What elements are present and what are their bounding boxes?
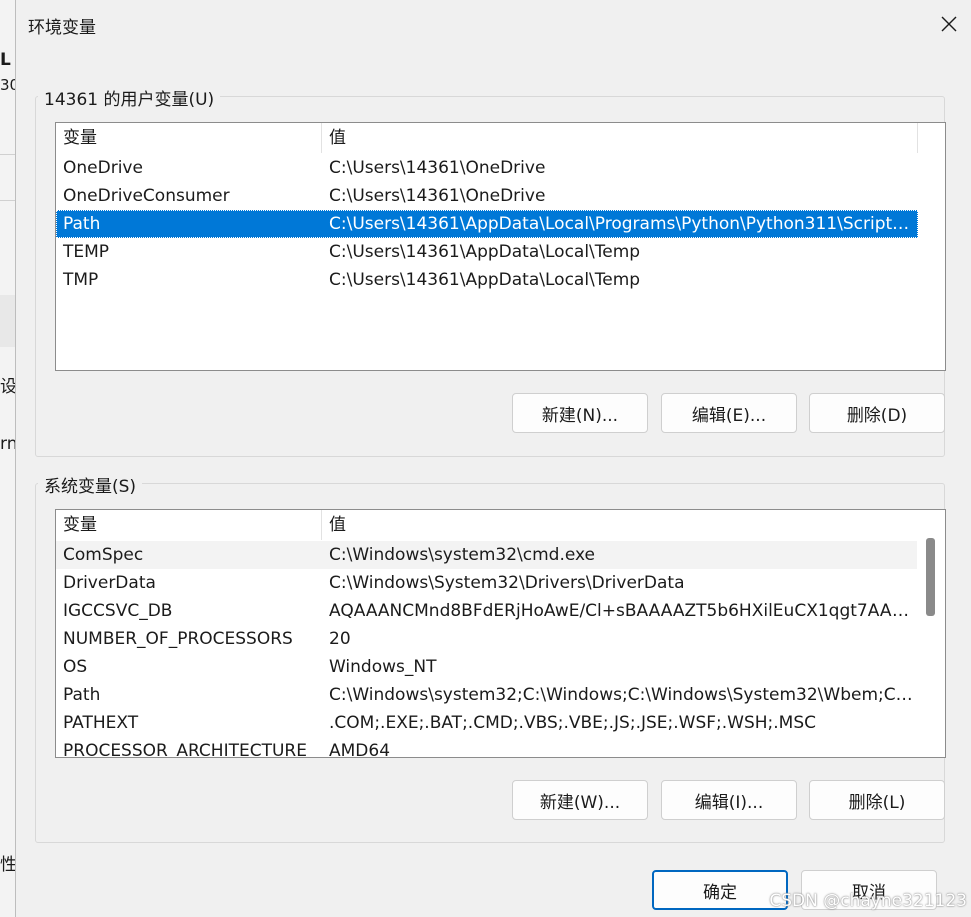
list-row[interactable]: IGCCSVC_DB AQAAANCMnd8BFdERjHoAwE/Cl+sBA… [56, 597, 918, 625]
variable-value: C:\Users\14361\OneDrive [329, 158, 546, 178]
user-new-button[interactable]: 新建(N)... [512, 393, 648, 433]
variable-name: OneDriveConsumer [63, 186, 230, 206]
environment-variables-dialog: 环境变量 14361 的用户变量(U) 变量 值 OneDrive C:\Use… [15, 0, 971, 917]
variable-value: C:\Users\14361\AppData\Local\Temp [329, 270, 641, 290]
screen: L 30 设 rn 性 环境变量 14361 的用户变量(U) 变量 值 One… [0, 0, 971, 917]
column-header-value[interactable]: 值 [322, 123, 918, 153]
variable-value: C:\Windows\system32;C:\Windows;C:\Window… [329, 685, 916, 705]
list-row-selected[interactable]: Path C:\Users\14361\AppData\Local\Progra… [56, 210, 918, 238]
background-text-fragment: 性 [0, 855, 16, 875]
scrollbar-thumb[interactable] [926, 538, 935, 616]
variable-value: AMD64 [329, 741, 391, 758]
list-row[interactable]: OneDrive C:\Users\14361\OneDrive [56, 154, 918, 182]
variable-name: OS [63, 657, 88, 677]
list-header: 变量 值 [56, 123, 918, 153]
variable-value: C:\Windows\system32\cmd.exe [329, 545, 596, 565]
background-text-fragment: 30 [0, 76, 16, 94]
close-button[interactable] [927, 0, 971, 48]
title-bar[interactable]: 环境变量 [16, 0, 971, 48]
variable-name: TMP [63, 270, 99, 290]
list-header: 变量 值 [56, 510, 918, 540]
list-row[interactable]: OS Windows_NT [56, 653, 918, 681]
vertical-scrollbar[interactable] [917, 510, 945, 757]
column-header-name[interactable]: 变量 [56, 510, 322, 540]
variable-name: Path [63, 685, 101, 705]
list-row-hover[interactable]: ComSpec C:\Windows\system32\cmd.exe [56, 541, 918, 569]
column-header-value[interactable]: 值 [322, 510, 918, 540]
variable-value: .COM;.EXE;.BAT;.CMD;.VBS;.VBE;.JS;.JSE;.… [329, 713, 817, 733]
variable-value: Windows_NT [329, 657, 437, 677]
variable-name: PROCESSOR_ARCHITECTURE [63, 741, 307, 758]
watermark: CSDN @chayne321123 [769, 891, 967, 911]
user-variables-list[interactable]: 变量 值 OneDrive C:\Users\14361\OneDrive On… [55, 122, 946, 371]
column-header-name[interactable]: 变量 [56, 123, 322, 153]
background-divider [0, 154, 16, 155]
variable-name: DriverData [63, 573, 156, 593]
list-row[interactable]: OneDriveConsumer C:\Users\14361\OneDrive [56, 182, 918, 210]
background-divider [0, 200, 16, 201]
close-icon [941, 16, 957, 32]
background-panel [0, 295, 16, 347]
system-variables-list[interactable]: 变量 值 ComSpec C:\Windows\system32\cmd.exe… [55, 509, 946, 758]
variable-value: C:\Users\14361\AppData\Local\Programs\Py… [329, 214, 916, 234]
variable-value: C:\Windows\System32\Drivers\DriverData [329, 573, 685, 593]
variable-name: PATHEXT [63, 713, 139, 733]
variable-name: ComSpec [63, 545, 144, 565]
ok-button[interactable]: 确定 [652, 870, 788, 910]
list-row[interactable]: NUMBER_OF_PROCESSORS 20 [56, 625, 918, 653]
list-body: OneDrive C:\Users\14361\OneDrive OneDriv… [56, 154, 918, 294]
dialog-title: 环境变量 [28, 18, 96, 38]
variable-name: IGCCSVC_DB [63, 601, 173, 621]
system-variables-label: 系统变量(S) [38, 472, 143, 497]
variable-name: NUMBER_OF_PROCESSORS [63, 629, 293, 649]
variable-name: Path [63, 214, 101, 234]
user-edit-button[interactable]: 编辑(E)... [661, 393, 797, 433]
variable-value: C:\Users\14361\AppData\Local\Temp [329, 242, 641, 262]
user-delete-button[interactable]: 删除(D) [809, 393, 945, 433]
background-text-fragment: 设 [0, 377, 16, 397]
list-row[interactable]: PROCESSOR_ARCHITECTURE AMD64 [56, 737, 918, 758]
list-row[interactable]: PATHEXT .COM;.EXE;.BAT;.CMD;.VBS;.VBE;.J… [56, 709, 918, 737]
list-row[interactable]: TMP C:\Users\14361\AppData\Local\Temp [56, 266, 918, 294]
system-delete-button[interactable]: 删除(L) [809, 780, 945, 820]
variable-value: 20 [329, 629, 351, 649]
list-row[interactable]: DriverData C:\Windows\System32\Drivers\D… [56, 569, 918, 597]
background-window: L 30 设 rn 性 [0, 0, 16, 917]
variable-name: OneDrive [63, 158, 143, 178]
variable-name: TEMP [63, 242, 110, 262]
background-text-fragment: L [0, 50, 11, 70]
user-variables-label: 14361 的用户变量(U) [38, 85, 221, 110]
background-text-fragment: rn [0, 434, 16, 454]
list-body: ComSpec C:\Windows\system32\cmd.exe Driv… [56, 541, 918, 758]
list-row[interactable]: Path C:\Windows\system32;C:\Windows;C:\W… [56, 681, 918, 709]
list-row[interactable]: TEMP C:\Users\14361\AppData\Local\Temp [56, 238, 918, 266]
variable-value: C:\Users\14361\OneDrive [329, 186, 546, 206]
system-edit-button[interactable]: 编辑(I)... [661, 780, 797, 820]
variable-value: AQAAANCMnd8BFdERjHoAwE/Cl+sBAAAAZT5b6HXi… [329, 601, 916, 621]
system-new-button[interactable]: 新建(W)... [512, 780, 648, 820]
